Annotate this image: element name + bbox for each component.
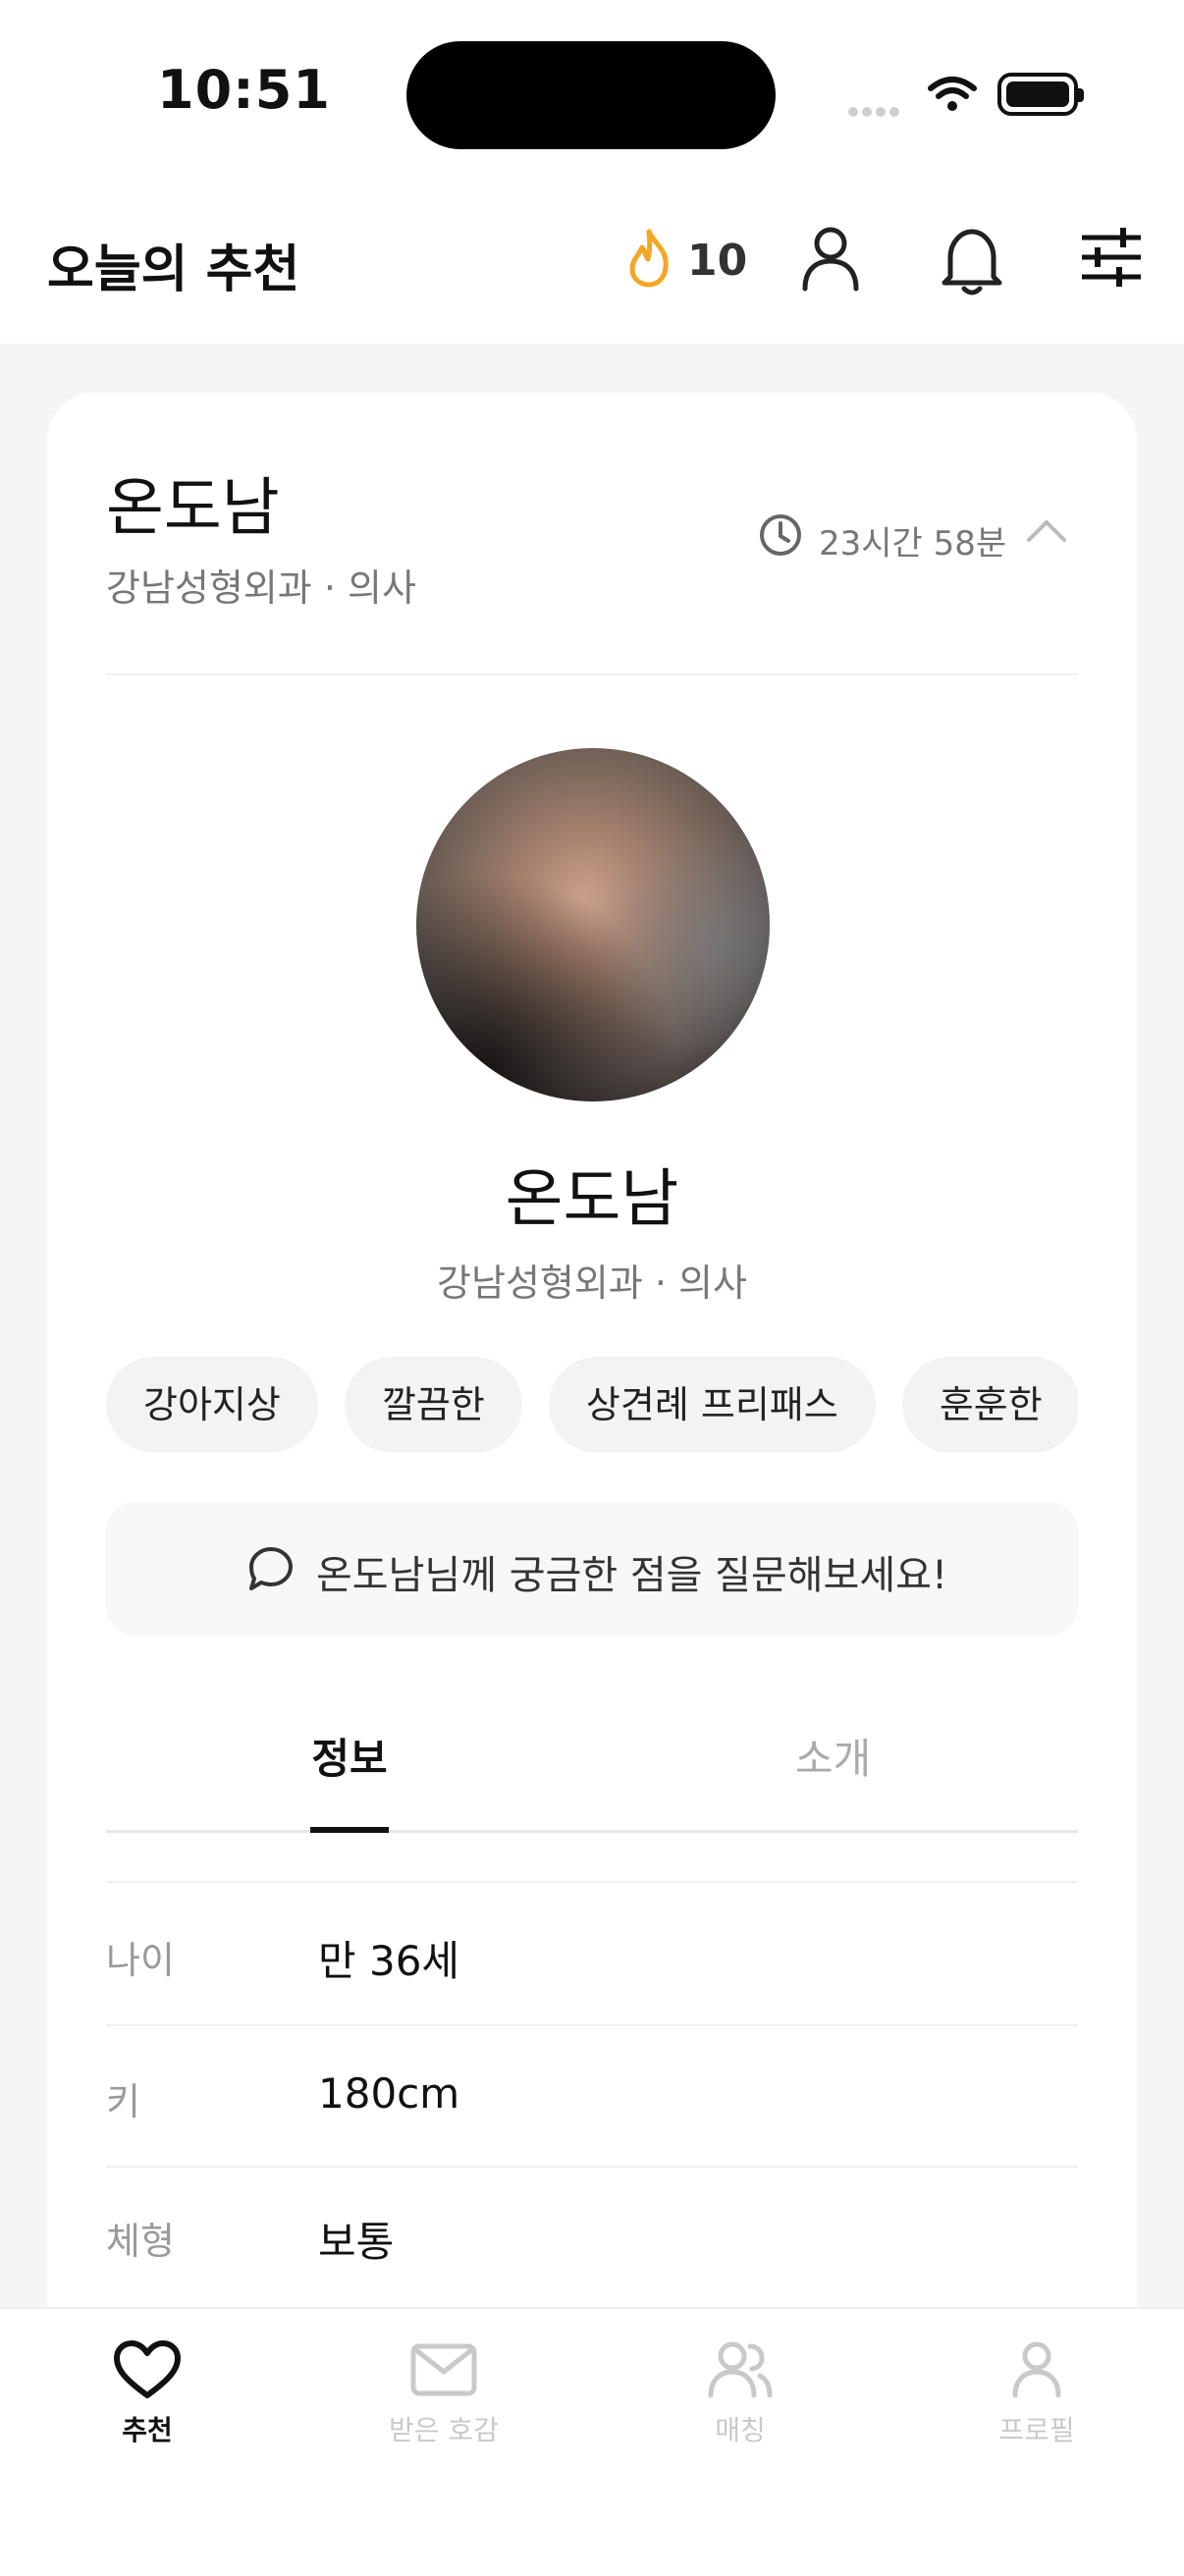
bell-icon[interactable]: [939, 224, 1005, 298]
tab-info[interactable]: 정보: [310, 1726, 389, 1786]
person-icon: [1012, 2341, 1061, 2398]
card-subtitle: 강남성형외과 · 의사: [106, 566, 416, 610]
chevron-up-icon[interactable]: [1025, 516, 1068, 544]
person-icon[interactable]: [797, 224, 864, 295]
tag-chip: 강아지상: [106, 1357, 318, 1453]
timer-text: 23시간 58분: [819, 524, 1007, 564]
profile-card: 온도남 강남성형외과 · 의사 23시간 58분 온도남 강남성형외과 · 의사…: [47, 393, 1137, 2386]
info-value-height: 180cm: [318, 2069, 460, 2118]
tab-intro[interactable]: 소개: [795, 1726, 871, 1786]
nav-label: 프로필: [998, 2414, 1075, 2446]
tag-chip: 깔끔한: [344, 1357, 522, 1453]
nav-profile[interactable]: 프로필: [889, 2338, 1184, 2448]
status-bar: 10:51: [0, 0, 1184, 187]
nav-received-likes[interactable]: 받은 호감: [296, 2338, 591, 2448]
ask-question-button[interactable]: 온도남님께 궁금한 점을 질문해보세요!: [106, 1502, 1078, 1636]
info-label-body: 체형: [106, 2220, 175, 2263]
tab-active-indicator: [310, 1827, 389, 1833]
tag-chips: 강아지상 깔끔한 상견례 프리패스 훈훈한: [106, 1357, 1078, 1455]
avatar[interactable]: [416, 748, 770, 1101]
info-label-age: 나이: [106, 1939, 175, 1982]
info-value-age: 만 36세: [318, 1937, 460, 1985]
page-title: 오늘의 추천: [47, 241, 300, 299]
heart-icon: [114, 2340, 181, 2398]
people-icon: [708, 2341, 773, 2398]
fire-count[interactable]: 10: [687, 236, 747, 286]
divider: [106, 2024, 1078, 2026]
divider: [106, 673, 1078, 675]
info-value-body: 보통: [318, 2218, 395, 2266]
divider: [106, 2166, 1078, 2168]
nav-label: 매칭: [715, 2414, 766, 2446]
status-time: 10:51: [157, 59, 331, 121]
mail-icon: [410, 2343, 477, 2396]
signal-icon: [848, 102, 907, 117]
tabs-divider: [106, 1830, 1078, 1833]
info-label-height: 키: [106, 2080, 140, 2123]
tag-chip: 상견례 프리패스: [548, 1357, 876, 1453]
app-header: 오늘의 추천 10: [0, 187, 1184, 344]
sliders-icon[interactable]: [1080, 224, 1143, 291]
nav-recommend[interactable]: 추천: [0, 2338, 295, 2448]
card-name: 온도남: [106, 472, 280, 545]
fire-icon[interactable]: [624, 228, 673, 289]
nav-label: 받은 호감: [389, 2414, 499, 2446]
tag-chip: 훈훈한: [901, 1357, 1078, 1453]
chat-bubble-icon: [249, 1547, 293, 1590]
profile-name: 온도남: [505, 1163, 679, 1236]
wifi-icon: [928, 77, 977, 111]
nav-label: 추천: [122, 2414, 173, 2446]
clock-icon: [760, 514, 801, 556]
profile-subtitle: 강남성형외과 · 의사: [437, 1261, 747, 1305]
divider: [106, 1881, 1078, 1883]
bottom-nav: 추천 받은 호감 매칭 프로필: [0, 2307, 1184, 2576]
battery-icon: [997, 73, 1084, 116]
nav-matching[interactable]: 매칭: [593, 2338, 888, 2448]
dynamic-island: [406, 41, 776, 149]
ask-question-text: 온도남님께 궁금한 점을 질문해보세요!: [316, 1553, 947, 1598]
